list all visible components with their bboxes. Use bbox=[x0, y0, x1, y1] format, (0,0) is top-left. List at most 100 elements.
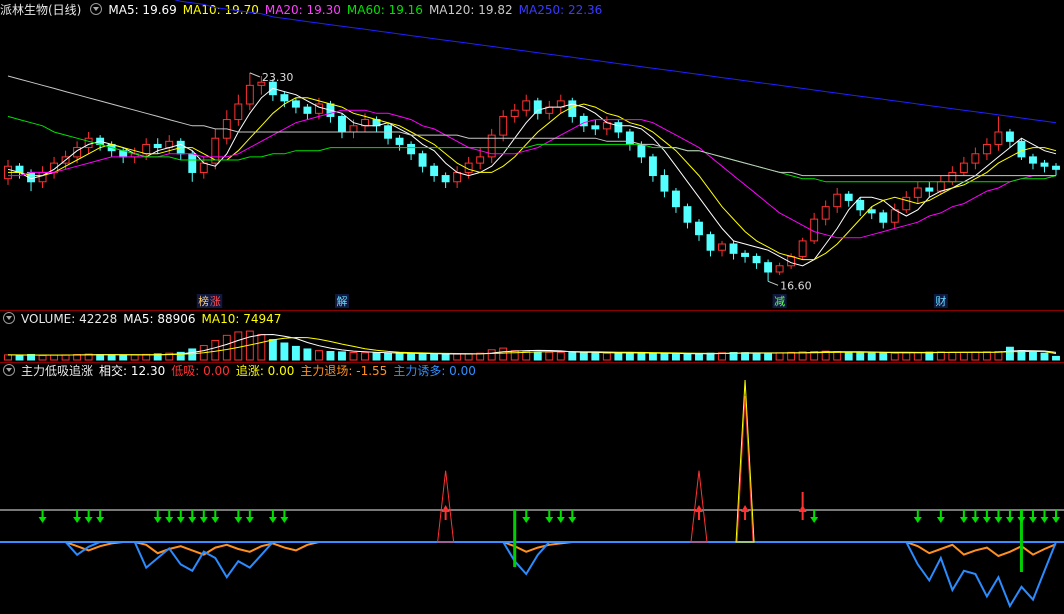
event-label: 榜 bbox=[198, 294, 209, 308]
down-arrow-head bbox=[96, 517, 105, 523]
candle-up bbox=[994, 131, 1003, 145]
volume-bar bbox=[856, 352, 865, 361]
down-arrow-head bbox=[545, 517, 554, 523]
youduo-curve bbox=[8, 541, 1057, 609]
volume-bar bbox=[879, 352, 888, 361]
volume-bar bbox=[464, 353, 473, 361]
volume-bar bbox=[487, 349, 496, 361]
down-arrow-head bbox=[913, 517, 922, 523]
candle-down bbox=[153, 143, 162, 149]
volume-bar bbox=[902, 352, 911, 361]
volume-bar bbox=[234, 331, 243, 361]
volume-bar bbox=[407, 353, 416, 361]
candle-down bbox=[706, 234, 715, 251]
candle-down bbox=[280, 94, 289, 102]
volume-bar bbox=[775, 352, 784, 361]
candle-down bbox=[695, 221, 703, 236]
candle-up bbox=[510, 109, 519, 117]
candle-down bbox=[648, 156, 657, 177]
candle-up bbox=[775, 265, 784, 273]
candle-up bbox=[476, 156, 485, 164]
line-ma10 bbox=[8, 97, 1057, 261]
volume-bar bbox=[533, 351, 542, 361]
candle-down bbox=[407, 143, 416, 155]
volume-bar bbox=[925, 351, 934, 361]
candle-up bbox=[959, 162, 968, 173]
volume-bar bbox=[672, 353, 680, 361]
volume-bar bbox=[38, 355, 47, 361]
candle-up bbox=[142, 143, 151, 155]
volume-bar bbox=[384, 352, 392, 361]
down-arrow-head bbox=[994, 517, 1003, 523]
down-arrow-head bbox=[165, 517, 174, 523]
volume-bar bbox=[959, 352, 968, 361]
volume-bar bbox=[844, 351, 853, 361]
volume-bar bbox=[130, 354, 139, 361]
candle-down bbox=[764, 262, 773, 273]
volume-bar bbox=[637, 352, 646, 361]
candle-down bbox=[660, 175, 669, 192]
volume-bar bbox=[752, 352, 761, 361]
candle-up bbox=[453, 171, 462, 183]
candle-down bbox=[925, 187, 934, 192]
volume-bar bbox=[982, 351, 991, 361]
down-arrow-head bbox=[1028, 517, 1037, 523]
candle-down bbox=[338, 115, 346, 133]
candle-down bbox=[879, 212, 888, 223]
candle-down bbox=[637, 143, 646, 158]
up-arrow-head bbox=[741, 505, 750, 512]
candle-down bbox=[741, 252, 750, 257]
candle-down bbox=[188, 153, 197, 173]
down-arrow-head bbox=[268, 517, 277, 523]
volume-bar bbox=[119, 354, 128, 361]
candle-down bbox=[1052, 165, 1060, 170]
event-label: 涨 bbox=[210, 295, 221, 308]
candle-down bbox=[395, 137, 404, 145]
up-arrow-head bbox=[441, 505, 450, 512]
volume-bar bbox=[625, 352, 634, 361]
down-arrow-head bbox=[234, 517, 243, 523]
candle-up bbox=[234, 103, 243, 121]
down-arrow-head bbox=[199, 517, 208, 523]
volume-bar bbox=[695, 353, 703, 361]
candle-up bbox=[833, 193, 842, 208]
volume-bar bbox=[556, 351, 565, 361]
volume-bar bbox=[257, 334, 266, 361]
candle-down bbox=[303, 106, 312, 114]
tuichang-curve bbox=[8, 541, 1057, 558]
volume-bar bbox=[441, 353, 450, 361]
candle-down bbox=[625, 131, 634, 145]
down-arrow-head bbox=[556, 517, 565, 523]
volume-bar bbox=[648, 352, 657, 361]
down-arrow-head bbox=[153, 517, 162, 523]
volume-bar bbox=[430, 353, 439, 361]
volume-bar bbox=[291, 345, 300, 361]
up-arrow-head bbox=[798, 505, 807, 512]
volume-bar bbox=[372, 352, 381, 361]
candle-up bbox=[199, 162, 208, 173]
volume-bar bbox=[15, 354, 24, 361]
kline-chart-canvas[interactable]: 23.30 16.60 榜涨 解 减 财 bbox=[0, 0, 1064, 614]
up-arrow-head bbox=[694, 505, 703, 512]
volume-bar bbox=[499, 347, 508, 361]
volume-bar bbox=[614, 352, 623, 361]
down-arrow-head bbox=[1052, 517, 1060, 523]
volume-bar bbox=[395, 352, 404, 361]
down-arrow-head bbox=[38, 517, 47, 523]
volume-bar bbox=[913, 352, 922, 361]
candle-up bbox=[499, 115, 508, 136]
candle-down bbox=[418, 153, 427, 167]
down-arrow-head bbox=[280, 517, 289, 523]
down-arrow-head bbox=[810, 517, 819, 523]
down-arrow-head bbox=[188, 517, 197, 523]
candle-up bbox=[522, 100, 531, 111]
volume-bar bbox=[314, 350, 323, 361]
low-price-annotation: 16.60 bbox=[780, 279, 812, 292]
down-arrow-head bbox=[211, 517, 220, 523]
volume-bar bbox=[61, 354, 70, 361]
volume-bar bbox=[188, 348, 197, 361]
candle-up bbox=[349, 125, 358, 133]
high-price-annotation: 23.30 bbox=[262, 71, 294, 84]
down-arrow-head bbox=[84, 517, 93, 523]
down-arrow-head bbox=[959, 517, 968, 523]
